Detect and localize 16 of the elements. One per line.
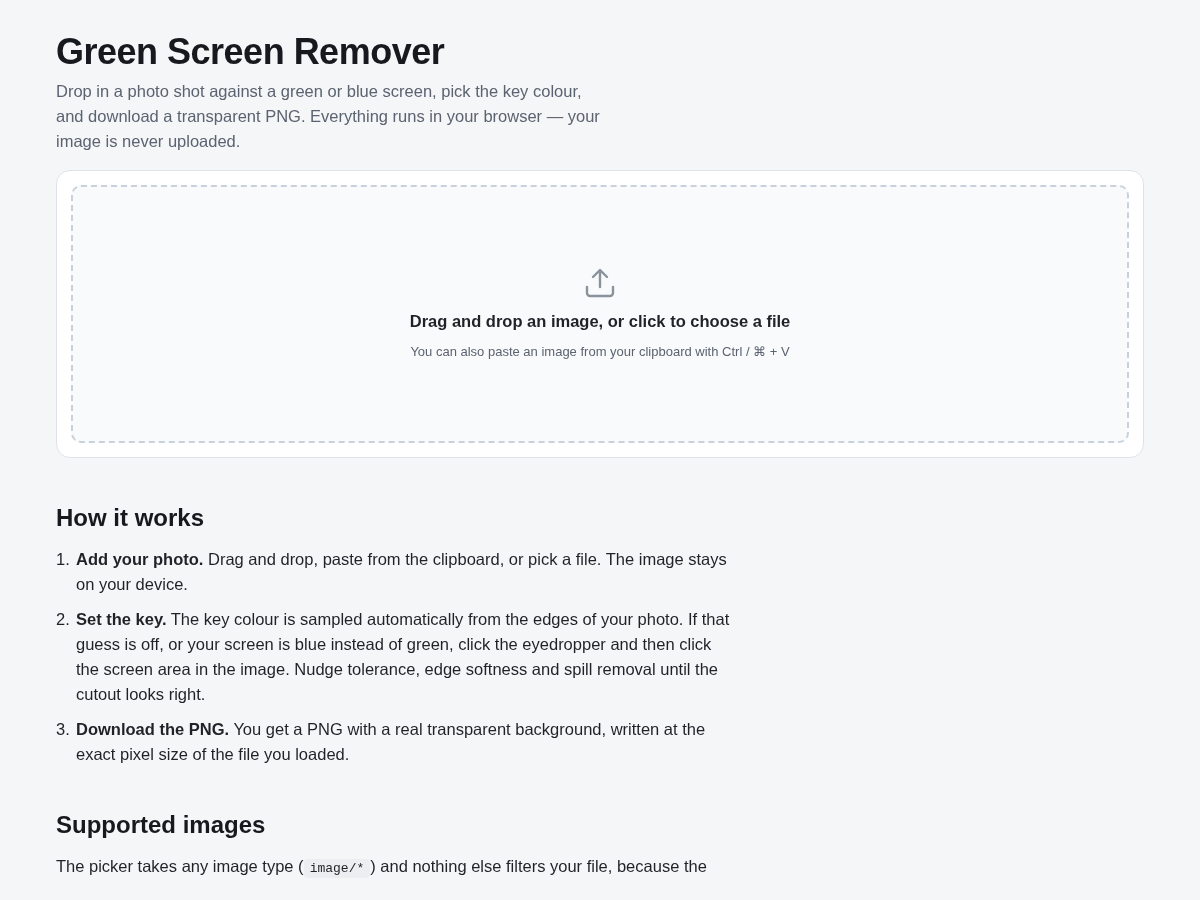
section-heading: How it works bbox=[56, 504, 206, 533]
drop-hint: You can also paste an image from your clipboard with Ctrl / ⌘ + V bbox=[410, 342, 790, 361]
drop-zone[interactable]: Drag and drop an image, or click to choose a file You can also paste an image from your clipboard with Ctrl / ⌘ + V bbox=[71, 185, 1129, 444]
step-number: 1. bbox=[56, 549, 71, 570]
step-number: 3. bbox=[56, 719, 71, 740]
step-text: Add your photo. Drag and drop, paste from the clipboard, or pick a file. The image stays on your device. bbox=[76, 549, 728, 595]
upload-icon bbox=[584, 267, 616, 300]
step-text: Download the PNG. You get a PNG with a real transparent background, written at the exact pixel size of the file you loaded. bbox=[76, 719, 707, 765]
page-title: Green Screen Remover bbox=[56, 30, 446, 74]
code-snippet: image/* bbox=[303, 858, 371, 878]
step-text: Set the key. The key colour is sampled automatically from the edges of your photo. If that guess is off, or your screen is blue instead of green, click the eyedropper and then click the screen area in the image. Nudge tolerance, edge softness and spill removal until the cutout looks right. bbox=[76, 609, 731, 705]
drop-heading: Drag and drop an image, or click to choose a file bbox=[409, 311, 791, 333]
paragraph-text: The picker takes any image type ( image/* ) and nothing else filters your file, because the bbox=[56, 855, 708, 880]
section-heading: Supported images bbox=[56, 811, 267, 840]
step-number: 2. bbox=[56, 609, 71, 630]
intro-text: Drop in a photo shot against a green or blue screen, pick the key colour, and download a transparent PNG. Everything runs in your browser — your image is never uploaded. bbox=[56, 81, 601, 153]
